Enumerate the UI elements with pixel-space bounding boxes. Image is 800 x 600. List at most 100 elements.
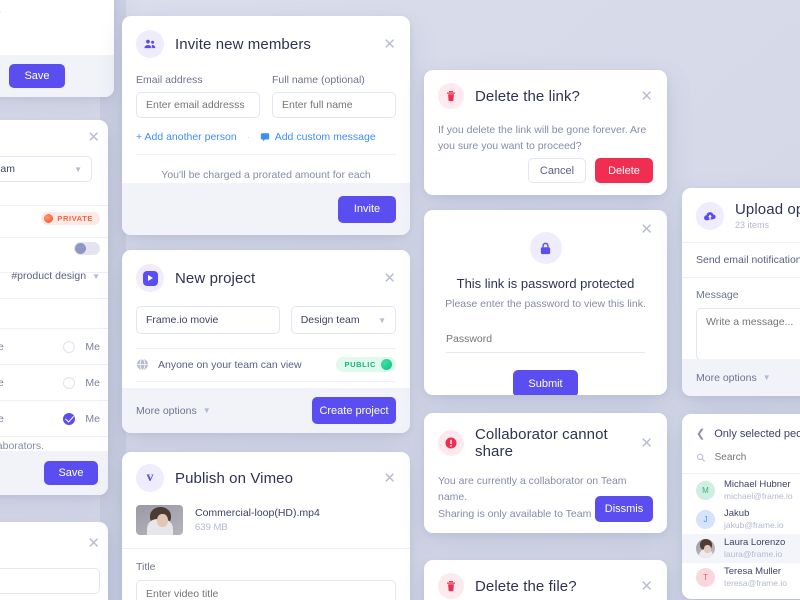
- avatar: [696, 539, 715, 558]
- video-thumbnail: [136, 505, 183, 535]
- left-mid-team-value: Design team: [0, 163, 15, 175]
- globe-icon: [137, 358, 148, 371]
- close-icon[interactable]: ✕: [383, 471, 396, 486]
- avatar: T: [696, 568, 715, 587]
- left-mid-save-button[interactable]: Save: [44, 461, 98, 485]
- invite-title: Invite new members: [175, 35, 312, 53]
- email-field[interactable]: [136, 92, 260, 118]
- left-mid-toggle[interactable]: [74, 242, 100, 255]
- play-icon: [136, 264, 164, 292]
- left-mid-team-select[interactable]: Design team ▼: [0, 156, 92, 182]
- list-item[interactable]: J Jakub jakub@frame.io: [682, 505, 800, 534]
- chevron-left-icon[interactable]: ❮: [696, 427, 705, 440]
- alert-icon: [438, 430, 464, 456]
- chevron-down-icon: ▼: [762, 373, 771, 382]
- vimeo-file-size: 639 MB: [195, 522, 228, 533]
- vimeo-title-field[interactable]: [136, 580, 396, 600]
- add-custom-message-label: Add custom message: [274, 131, 376, 143]
- submit-button[interactable]: Submit: [513, 370, 578, 395]
- people-panel: ❮ Only selected people M Michael Hubnermi…: [682, 414, 800, 599]
- permission-row[interactable]: Anyone else Me: [0, 401, 108, 437]
- list-item[interactable]: Laura Lorenzo laura@frame.io: [682, 534, 800, 563]
- left-bottom-field[interactable]: [0, 568, 100, 594]
- upload-more-options-button[interactable]: More options ▼: [682, 359, 800, 396]
- avatar: J: [696, 510, 715, 529]
- project-team-select[interactable]: Design team ▼: [290, 306, 396, 334]
- add-custom-message-button[interactable]: Add custom message: [260, 131, 376, 143]
- collaborator-dialog: Collaborator cannot share ✕ You are curr…: [424, 413, 667, 533]
- new-project-dialog: New project ✕ Frame.io movie Design team…: [122, 250, 410, 433]
- public-badge: PUBLIC: [336, 357, 396, 372]
- close-icon[interactable]: ✕: [383, 271, 396, 286]
- person-name: Teresa Muller: [724, 566, 782, 578]
- list-item[interactable]: M Michael Hubner michael@frame.io: [682, 476, 800, 505]
- permission-row-right-label: Me: [85, 412, 100, 425]
- close-icon[interactable]: ✕: [640, 436, 653, 451]
- message-square-icon: [260, 133, 269, 142]
- permission-row[interactable]: Anyone else Me: [0, 365, 108, 401]
- cloud-upload-icon: [696, 201, 724, 230]
- vimeo-title-label: Title: [136, 561, 156, 573]
- upload-options-title: Upload option: [735, 201, 800, 218]
- close-icon[interactable]: ✕: [640, 222, 653, 237]
- add-another-person-link[interactable]: + Add another person: [136, 131, 237, 143]
- left-panel-mid: ✕ Design team ▼ PRIVATE #product design …: [0, 120, 108, 495]
- password-input[interactable]: [446, 333, 645, 354]
- permission-radio[interactable]: [63, 376, 76, 389]
- permission-row-right-label: Me: [85, 376, 100, 389]
- create-project-button[interactable]: Create project: [312, 397, 396, 424]
- lock-icon: [529, 232, 562, 264]
- fullname-label: Full name (optional): [272, 74, 365, 86]
- search-input[interactable]: [714, 452, 800, 463]
- message-label: Message: [696, 289, 739, 301]
- left-top-save-button[interactable]: Save: [9, 64, 65, 88]
- close-icon[interactable]: ✕: [87, 536, 100, 551]
- permission-row-left-label: Anyone else: [0, 340, 4, 353]
- vimeo-dialog: v Publish on Vimeo ✕ Commercial-loop(HD)…: [122, 452, 410, 600]
- send-email-notification-label: Send email notification to: [696, 254, 800, 266]
- vimeo-icon: v: [136, 464, 164, 492]
- person-email: jakub@frame.io: [724, 519, 784, 530]
- delete-file-dialog: Delete the file? ✕: [424, 560, 667, 600]
- private-badge-label: PRIVATE: [57, 214, 93, 223]
- fullname-field[interactable]: [272, 92, 396, 118]
- person-name: Laura Lorenzo: [724, 537, 786, 549]
- private-dot-icon: [44, 214, 54, 223]
- upload-options-panel: Upload option 23 items Send email notifi…: [682, 188, 800, 396]
- permission-radio[interactable]: [63, 340, 76, 353]
- delete-link-dialog: Delete the link? ✕ If you delete the lin…: [424, 70, 667, 195]
- chevron-down-icon: ▼: [74, 164, 82, 174]
- cancel-button[interactable]: Cancel: [528, 158, 586, 183]
- trash-icon: [438, 83, 464, 109]
- close-icon[interactable]: ✕: [640, 579, 653, 594]
- visibility-row[interactable]: Anyone on your team can view PUBLIC: [122, 349, 410, 372]
- delete-button[interactable]: Delete: [595, 158, 653, 183]
- message-textarea[interactable]: [696, 308, 800, 360]
- people-panel-title: Only selected people: [714, 427, 800, 440]
- project-name-field[interactable]: Frame.io movie: [136, 306, 280, 334]
- close-icon[interactable]: ✕: [383, 37, 396, 52]
- list-item[interactable]: T Teresa Muller teresa@frame.io: [682, 563, 800, 592]
- invite-button[interactable]: Invite: [338, 195, 396, 223]
- permission-row[interactable]: Anyone else Me: [0, 329, 108, 365]
- password-subtitle: Please enter the password to view this l…: [445, 298, 646, 310]
- person-name: Michael Hubner: [724, 479, 791, 491]
- email-label: Email address: [136, 74, 203, 86]
- person-name: Jakub: [724, 508, 750, 520]
- collaborator-title: Collaborator cannot share: [475, 426, 608, 460]
- more-options-button[interactable]: More options ▼: [136, 405, 211, 417]
- left-mid-slack-value: #product design: [11, 270, 87, 282]
- permission-radio[interactable]: [63, 412, 76, 425]
- screenshot-canvas: can join or d by team ancel Save ✕ Desig…: [0, 0, 800, 600]
- public-badge-label: PUBLIC: [344, 360, 376, 369]
- close-icon[interactable]: ✕: [640, 89, 653, 104]
- new-project-title: New project: [175, 269, 256, 287]
- person-email: teresa@frame.io: [724, 577, 787, 588]
- close-icon[interactable]: ✕: [87, 130, 100, 145]
- left-mid-slack-select[interactable]: #product design ▼: [11, 270, 100, 282]
- upload-more-options-label: More options: [696, 371, 757, 384]
- delete-link-title: Delete the link?: [475, 87, 580, 105]
- left-panel-bottom: ✕: [0, 522, 108, 600]
- person-email: laura@frame.io: [724, 548, 783, 559]
- dismiss-button[interactable]: Dissmis: [595, 496, 653, 522]
